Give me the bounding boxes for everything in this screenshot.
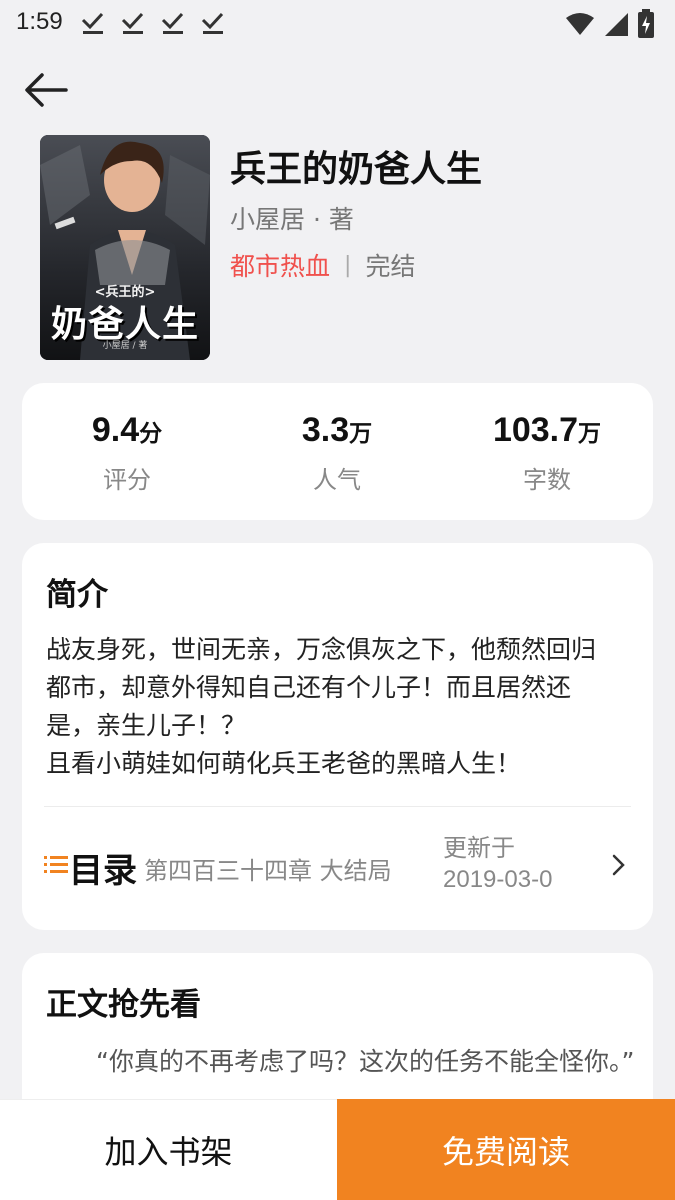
stat-rating-label: 评分 <box>103 466 151 494</box>
book-author[interactable]: 小屋居 · 著 <box>230 200 354 236</box>
stats-card: 9.4分 评分 3.3万 人气 103.7万 字数 <box>22 383 653 520</box>
book-cover[interactable]: <兵王的> 奶爸人生 小屋居 / 著 <box>40 135 210 360</box>
download-done-icon <box>81 12 104 34</box>
preview-title: 正文抢先看 <box>46 987 201 1023</box>
stat-word-count-label: 字数 <box>523 466 571 494</box>
stat-rating: 9.4分 评分 <box>22 411 232 495</box>
stat-rating-value: 9.4分 <box>91 411 163 449</box>
download-done-icon <box>201 12 224 34</box>
notification-icons <box>80 10 226 36</box>
status-time: 1:59 <box>16 8 63 35</box>
stat-word-count: 103.7万 字数 <box>442 411 652 495</box>
update-info: 更新于 2019-03-0 <box>443 833 583 895</box>
stat-popularity-value: 3.3万 <box>301 411 373 449</box>
update-prefix: 更新于 <box>443 834 515 862</box>
book-meta: 都市热血 | 完结 <box>230 247 415 283</box>
list-icon <box>44 856 68 873</box>
download-done-icon <box>121 12 144 34</box>
preview-text[interactable]: “你真的不再考虑了吗？这次的任务不能全怪你。” <box>46 1043 636 1081</box>
intro-card: 简介 战友身死，世间无亲，万念俱灰之下，他颓然回归 都市，却意外得知自己还有个儿… <box>22 543 653 930</box>
bottom-action-bar: 加入书架 免费阅读 <box>0 1099 675 1200</box>
download-done-icon <box>161 12 184 34</box>
stat-word-count-value: 103.7万 <box>492 411 602 449</box>
meta-separator: | <box>344 252 352 278</box>
intro-line: 都市，却意外得知自己还有个儿子！而且居然还 <box>46 673 572 702</box>
divider <box>44 806 631 807</box>
stat-popularity-label: 人气 <box>313 466 361 494</box>
intro-title: 简介 <box>46 577 108 613</box>
status-bar: 1:59 <box>0 0 675 48</box>
read-free-button[interactable]: 免费阅读 <box>337 1099 675 1200</box>
add-to-shelf-button[interactable]: 加入书架 <box>0 1099 337 1200</box>
arrow-left-icon <box>25 73 68 107</box>
intro-line: 战友身死，世间无亲，万念俱灰之下，他颓然回归 <box>46 635 597 664</box>
chevron-right-icon <box>612 854 625 876</box>
wifi-icon <box>566 13 594 35</box>
genre-tag[interactable]: 都市热血 <box>230 247 330 283</box>
status-tag: 完结 <box>365 252 416 281</box>
toc-label: 目录 <box>69 851 137 891</box>
signal-icon <box>605 13 628 36</box>
intro-line: 是，亲生儿子！？ <box>46 711 247 740</box>
table-of-contents-row[interactable]: 目录 第四百三十四章 大结局 更新于 2019-03-0 <box>42 833 642 903</box>
cover-author: 小屋居 / 著 <box>102 341 148 351</box>
book-title: 兵王的奶爸人生 <box>230 149 483 190</box>
back-button[interactable] <box>22 68 70 112</box>
battery-charging-icon <box>638 9 654 38</box>
system-icons <box>565 9 655 39</box>
intro-line: 且看小萌娃如何萌化兵王老爸的黑暗人生！ <box>46 749 522 778</box>
intro-text[interactable]: 战友身死，世间无亲，万念俱灰之下，他颓然回归 都市，却意外得知自己还有个儿子！而… <box>46 631 636 783</box>
update-date: 2019-03-0 <box>443 866 553 893</box>
stat-popularity: 3.3万 人气 <box>232 411 442 495</box>
latest-chapter: 第四百三十四章 大结局 <box>144 857 392 885</box>
